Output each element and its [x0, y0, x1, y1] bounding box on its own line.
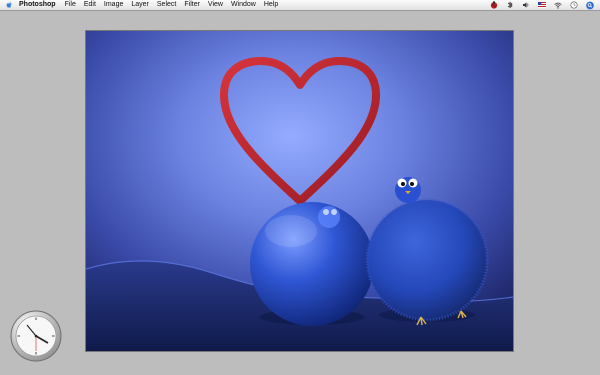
- menu-image[interactable]: Image: [104, 0, 123, 10]
- apple-menu-icon[interactable]: [6, 1, 13, 9]
- spotlight-icon[interactable]: [586, 1, 594, 9]
- ladybug-icon[interactable]: [490, 1, 498, 9]
- clock-icon[interactable]: [570, 1, 578, 9]
- analog-clock-icon: [10, 310, 62, 362]
- menu-window[interactable]: Window: [231, 0, 256, 10]
- menu-file[interactable]: File: [65, 0, 76, 10]
- menu-help[interactable]: Help: [264, 0, 278, 10]
- small-bird-in-ball: [318, 206, 340, 228]
- menu-filter[interactable]: Filter: [184, 0, 200, 10]
- bluetooth-icon[interactable]: [506, 1, 514, 9]
- menu-edit[interactable]: Edit: [84, 0, 96, 10]
- glossy-blue-ball: [250, 202, 374, 326]
- menu-layer[interactable]: Layer: [131, 0, 149, 10]
- tiny-bird: [395, 177, 421, 203]
- clock-widget[interactable]: [10, 310, 62, 362]
- wifi-icon[interactable]: [554, 1, 562, 9]
- volume-icon[interactable]: [522, 1, 530, 9]
- wallpaper-artwork: [86, 31, 513, 351]
- menu-app-name[interactable]: Photoshop: [19, 0, 56, 10]
- menubar: Photoshop File Edit Image Layer Select F…: [0, 0, 600, 11]
- flag-icon[interactable]: [538, 1, 546, 9]
- menu-view[interactable]: View: [208, 0, 223, 10]
- menu-extras: [490, 0, 594, 10]
- menu-select[interactable]: Select: [157, 0, 176, 10]
